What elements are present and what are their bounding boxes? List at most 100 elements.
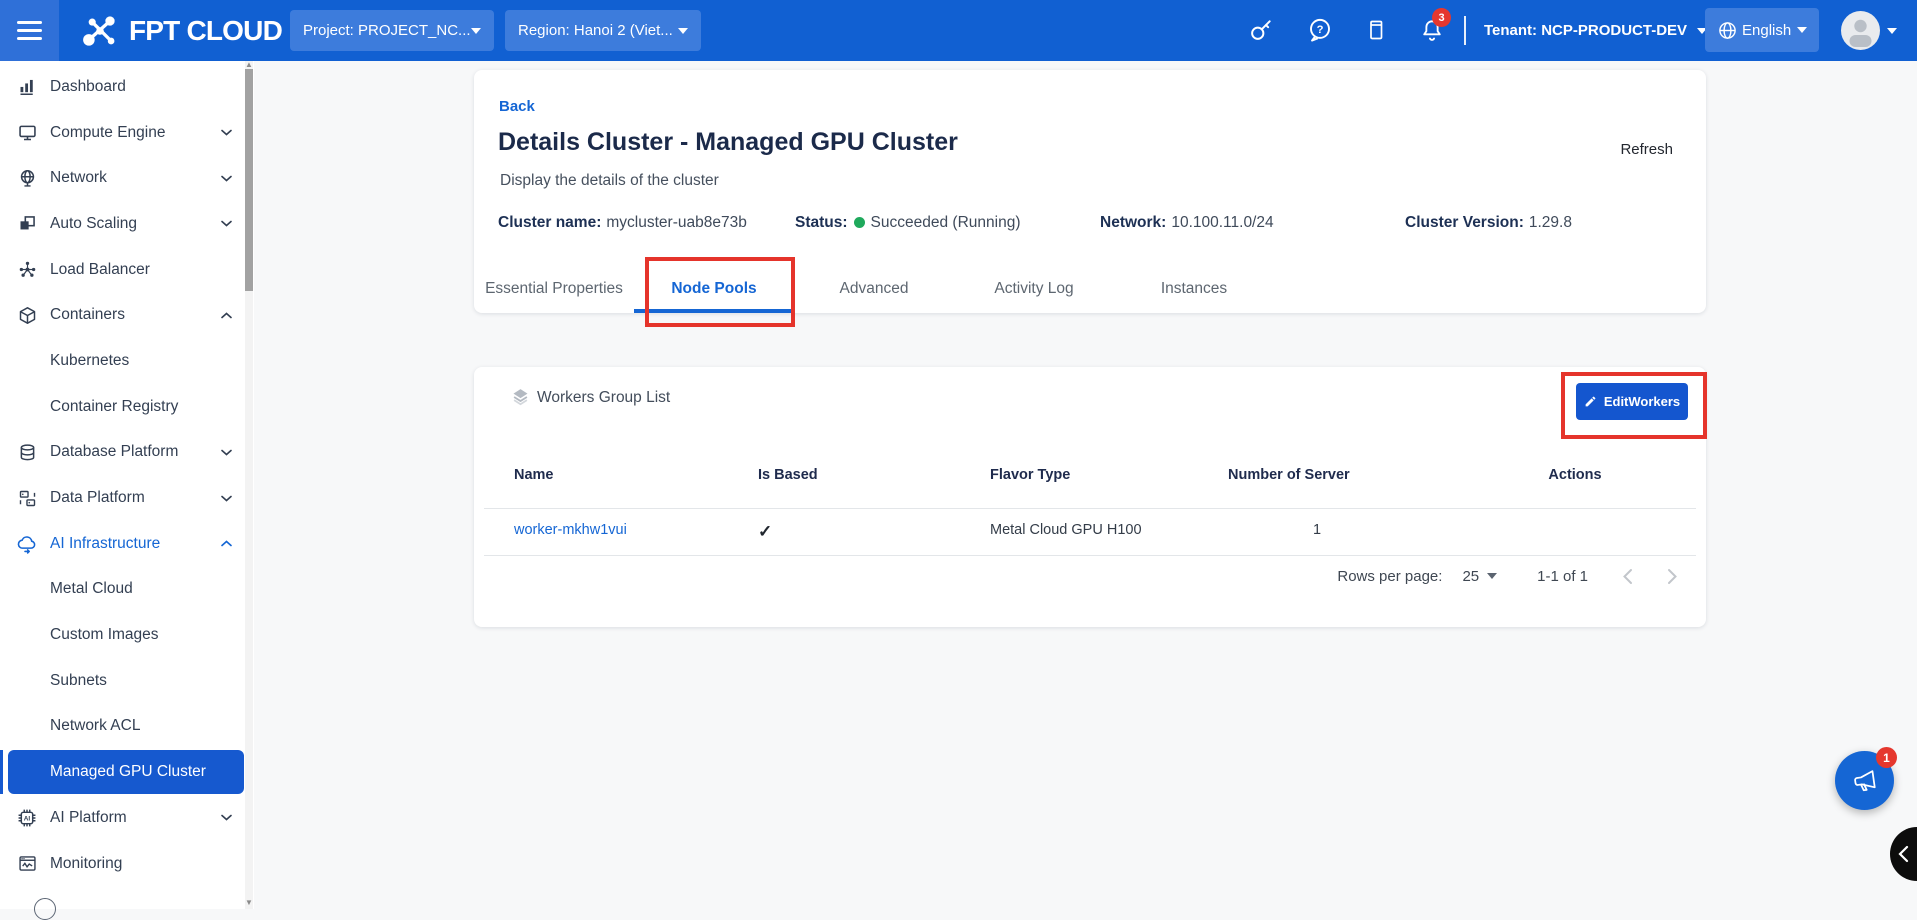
sidebar-item-label: Managed GPU Cluster [50, 763, 206, 781]
sidebar-item-label: Load Balancer [50, 261, 150, 279]
access-key-icon[interactable] [1248, 17, 1274, 43]
tab-advanced[interactable]: Advanced [794, 265, 954, 313]
sidebar-item-containers[interactable]: Containers [0, 292, 244, 338]
cluster-details-card: Back Refresh Details Cluster - Managed G… [474, 70, 1706, 313]
scaling-squares-icon [15, 212, 39, 236]
network-label: Network: [1100, 214, 1166, 231]
sidebar-item-label: AI Platform [50, 809, 127, 827]
pagination-range: 1-1 of 1 [1537, 568, 1588, 585]
sidebar-item-label: Container Registry [50, 398, 178, 416]
column-header-flavor-type: Flavor Type [990, 467, 1070, 483]
sidebar-item-container-registry[interactable]: Container Registry [0, 384, 244, 430]
network-value: 10.100.11.0/24 [1171, 214, 1273, 231]
scrollbar-up-arrow[interactable]: ▲ [244, 61, 254, 69]
sidebar-item-label: AI Infrastructure [50, 535, 160, 553]
notification-count-badge: 3 [1432, 8, 1451, 27]
caret-down-icon [678, 28, 688, 34]
status-field: Status:Succeeded (Running) [795, 214, 1020, 232]
next-page-button[interactable] [1667, 568, 1678, 585]
tab-instances[interactable]: Instances [1114, 265, 1274, 313]
tab-node-pools[interactable]: Node Pools [634, 265, 794, 313]
worker-name-link[interactable]: worker-mkhw1vui [514, 522, 627, 538]
language-dropdown[interactable]: English [1705, 8, 1819, 52]
top-navbar: FPT CLOUD Project: PROJECT_NC... Region:… [0, 0, 1917, 61]
tenant-dropdown[interactable]: Tenant: NCP-PRODUCT-DEV [1484, 0, 1707, 61]
region-dropdown[interactable]: Region: Hanoi 2 (Viet... [505, 10, 701, 51]
sidebar-item-ai-infrastructure[interactable]: AI Infrastructure [0, 521, 244, 567]
monitor-icon [15, 121, 39, 145]
sidebar-item-network[interactable]: Network [0, 155, 244, 201]
caret-down-icon [1487, 573, 1497, 579]
sidebar-item-compute-engine[interactable]: Compute Engine [0, 110, 244, 156]
caret-down-icon [1797, 27, 1807, 33]
sidebar-item-monitoring[interactable]: Monitoring [0, 841, 244, 887]
pencil-icon [1584, 395, 1597, 408]
sidebar-item-database-platform[interactable]: Database Platform [0, 430, 244, 476]
number-of-server-value: 1 [1313, 522, 1321, 538]
project-dropdown[interactable]: Project: PROJECT_NC... [290, 10, 494, 51]
refresh-button[interactable]: Refresh [1620, 141, 1673, 158]
caret-down-icon[interactable] [1887, 28, 1897, 34]
support-chat-icon[interactable]: ? [1307, 17, 1334, 44]
data-servers-icon [15, 486, 39, 510]
hub-nodes-icon [15, 258, 39, 282]
sidebar-item-managed-gpu-cluster[interactable]: Managed GPU Cluster [0, 749, 244, 795]
monitoring-window-icon [15, 852, 39, 876]
edit-workers-button[interactable]: EditWorkers [1576, 383, 1688, 420]
sidebar-item-ai-platform[interactable]: AI AI Platform [0, 795, 244, 841]
sidebar-item-label: Containers [50, 306, 125, 324]
sidebar-item-load-balancer[interactable]: Load Balancer [0, 247, 244, 293]
project-dropdown-label: Project: PROJECT_NC... [303, 22, 471, 39]
previous-page-button[interactable] [1622, 568, 1633, 585]
column-header-name: Name [514, 467, 554, 483]
sidebar-item-network-acl[interactable]: Network ACL [0, 704, 244, 750]
status-green-dot [854, 217, 865, 228]
docs-icon[interactable] [1364, 18, 1388, 42]
rows-per-page-value: 25 [1462, 568, 1479, 585]
back-link[interactable]: Back [499, 98, 535, 115]
flavor-type-value: Metal Cloud GPU H100 [990, 522, 1142, 538]
sidebar-item-dashboard[interactable]: Dashboard [0, 64, 244, 110]
chevron-up-icon [221, 540, 232, 547]
page-subtitle: Display the details of the cluster [500, 172, 719, 190]
globe-network-icon [15, 166, 39, 190]
column-header-actions: Actions [1468, 467, 1682, 483]
sidebar-item-custom-images[interactable]: Custom Images [0, 612, 244, 658]
hamburger-menu-icon[interactable] [0, 0, 59, 61]
announcement-count-badge: 1 [1876, 747, 1897, 768]
sidebar-item-kubernetes[interactable]: Kubernetes [0, 338, 244, 384]
chevron-down-icon [221, 814, 232, 821]
chevron-down-icon [221, 220, 232, 227]
cluster-name-label: Cluster name: [498, 214, 601, 231]
tab-essential-properties[interactable]: Essential Properties [474, 265, 634, 313]
sidebar-item-data-platform[interactable]: Data Platform [0, 475, 244, 521]
sidebar-nav: Dashboard Compute Engine Network [0, 61, 254, 909]
active-item-accent [0, 750, 3, 794]
chevron-down-icon [221, 129, 232, 136]
rows-per-page-select[interactable]: 25 [1462, 568, 1497, 585]
ai-cloud-icon [15, 532, 39, 556]
fpt-cloud-logo[interactable]: FPT CLOUD [80, 0, 282, 61]
sidebar-item-auto-scaling[interactable]: Auto Scaling [0, 201, 244, 247]
sidebar-item-label: Network [50, 169, 107, 187]
sidebar-item-label: Compute Engine [50, 124, 165, 142]
user-avatar[interactable] [1841, 11, 1880, 50]
sidebar-item-label: Metal Cloud [50, 580, 133, 598]
tab-activity-log[interactable]: Activity Log [954, 265, 1114, 313]
workers-group-card: Workers Group List EditWorkers Name Is B… [474, 367, 1706, 627]
chevron-down-icon [221, 449, 232, 456]
topbar-divider [1464, 16, 1466, 45]
status-label: Status: [795, 214, 848, 231]
scrollbar-down-arrow[interactable]: ▼ [244, 899, 254, 907]
sidebar-item-subnets[interactable]: Subnets [0, 658, 244, 704]
collapse-edge-button[interactable] [1890, 827, 1917, 881]
sidebar-scrollbar-thumb[interactable] [245, 69, 253, 291]
announcement-fab[interactable]: 1 [1835, 751, 1894, 810]
globe-icon [1718, 21, 1737, 40]
cluster-name-value: mycluster-uab8e73b [606, 214, 746, 231]
sidebar-item-metal-cloud[interactable]: Metal Cloud [0, 567, 244, 613]
database-icon [15, 440, 39, 464]
cluster-version-value: 1.29.8 [1529, 214, 1572, 231]
sidebar-item-label: Auto Scaling [50, 215, 137, 233]
svg-text:?: ? [1317, 24, 1324, 36]
